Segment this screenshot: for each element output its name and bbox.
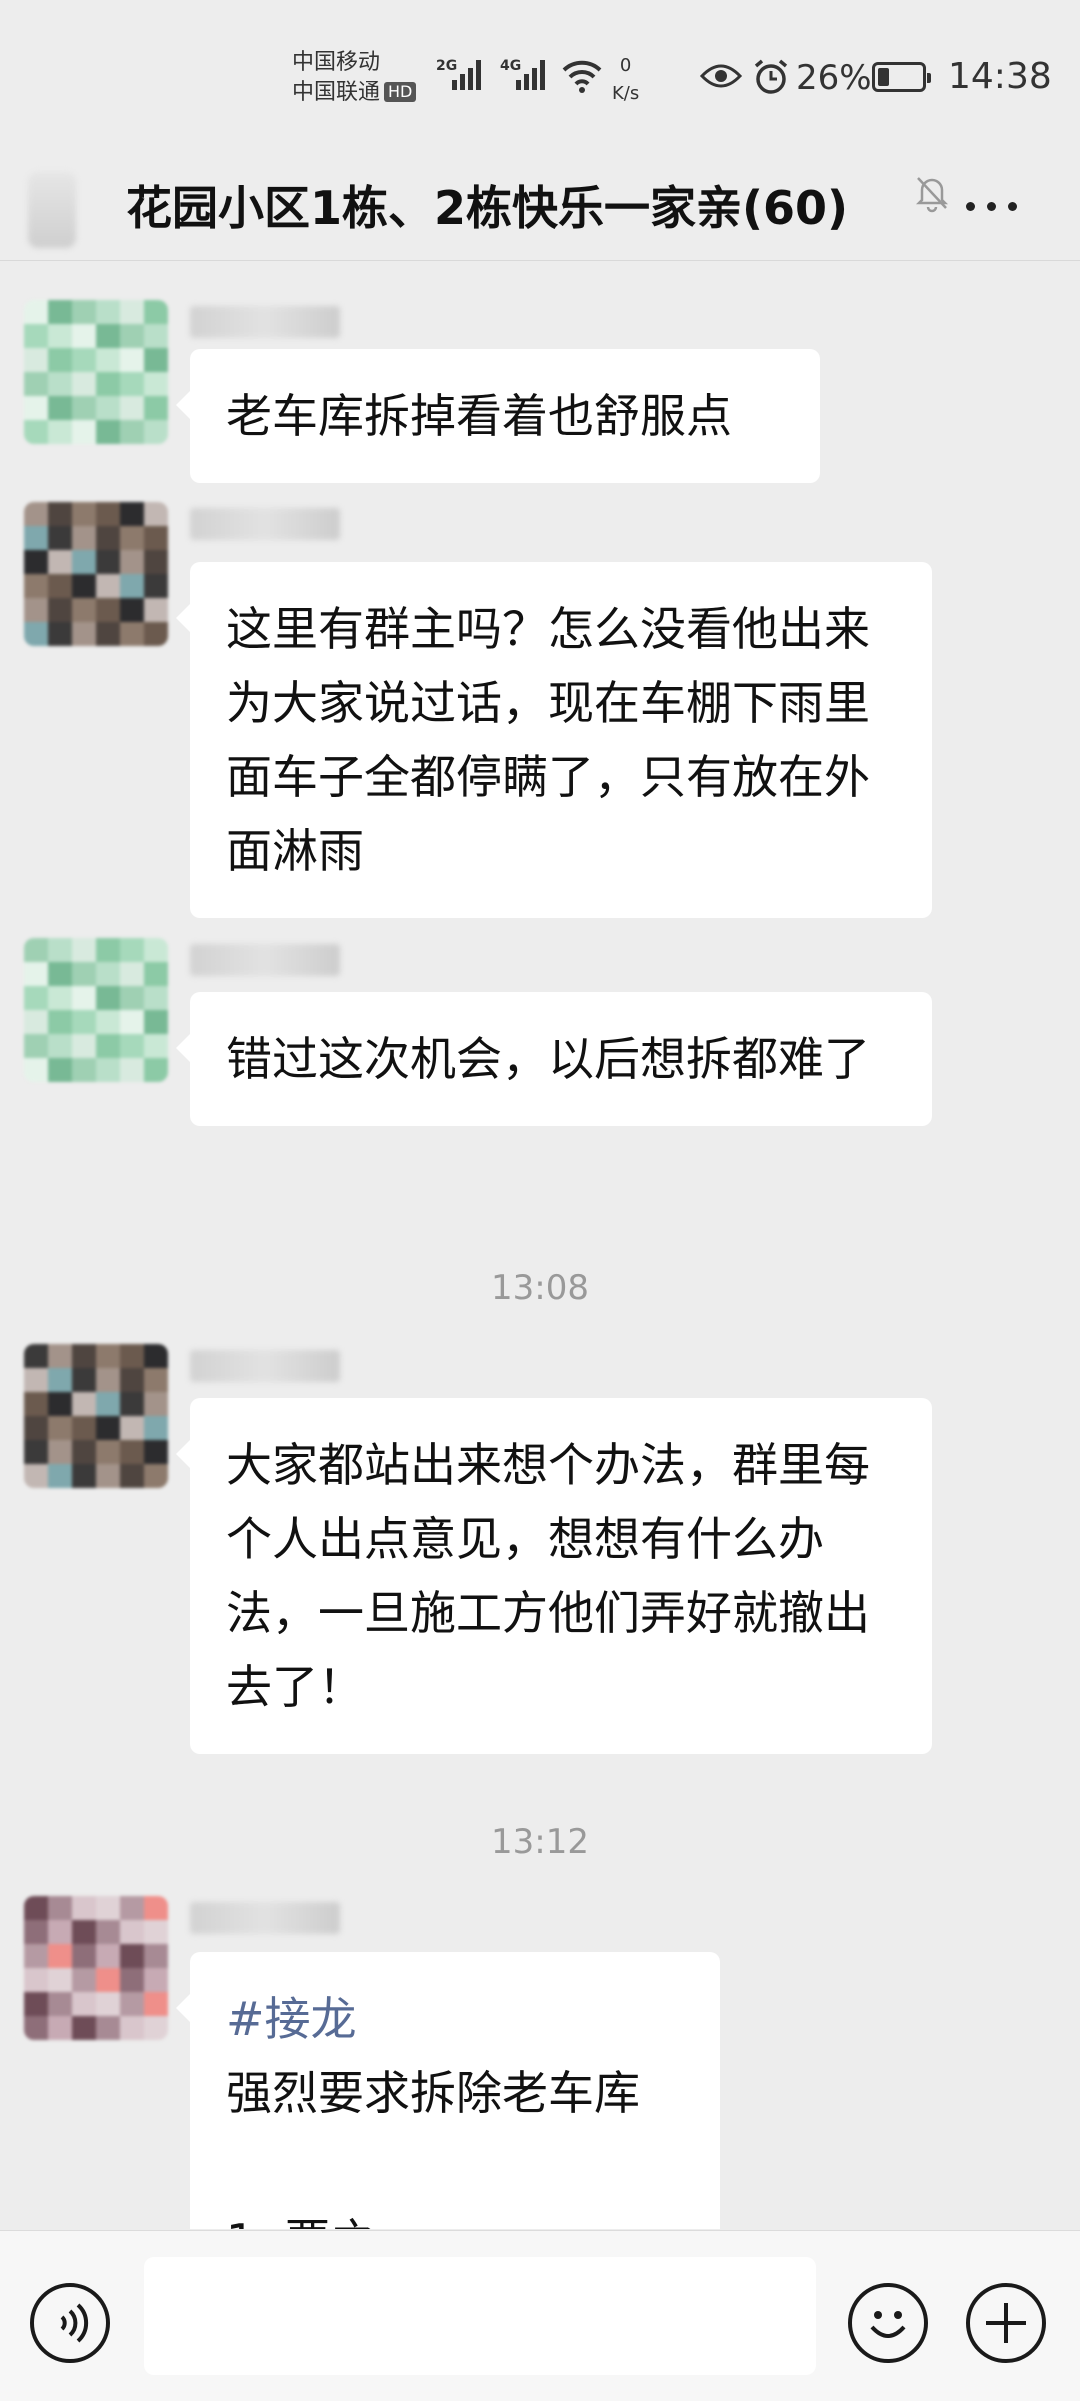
bell-slash-icon bbox=[915, 177, 949, 213]
carrier-info: 中国移动 中国联通 HD bbox=[292, 48, 417, 108]
chat-header: 花园小区1栋、2栋快乐一家亲(60) bbox=[0, 160, 1080, 261]
sender-name bbox=[190, 306, 340, 338]
message-list[interactable]: 老车库拆掉看着也舒服点这里有群主吗？怎么没看他出来为大家说过话，现在车棚下雨里面… bbox=[0, 261, 1080, 2229]
emoji-button[interactable] bbox=[848, 2283, 928, 2363]
eye-icon bbox=[700, 64, 742, 88]
clock: 14:38 bbox=[948, 56, 1052, 97]
net-speed: 0 K/s bbox=[612, 52, 639, 108]
message-bubble[interactable]: #接龙强烈要求拆除老车库 1. 要之 bbox=[176, 1952, 720, 2229]
timestamp: 13:12 bbox=[491, 1822, 589, 1862]
battery-fill bbox=[878, 68, 889, 86]
sender-name bbox=[190, 1902, 340, 1934]
battery-percent: 26% bbox=[796, 58, 872, 98]
signal-4g-label: 4G bbox=[500, 58, 522, 74]
back-button[interactable] bbox=[28, 172, 76, 248]
message-text: 老车库拆掉看着也舒服点 bbox=[226, 389, 732, 443]
message-text-continued: 1. 要之 bbox=[226, 2204, 684, 2229]
carrier-1: 中国移动 bbox=[292, 50, 381, 75]
message-bubble[interactable]: 老车库拆掉看着也舒服点 bbox=[176, 349, 820, 483]
message-bubble[interactable]: 这里有群主吗？怎么没看他出来为大家说过话，现在车棚下雨里面车子全都停瞒了，只有放… bbox=[176, 562, 932, 918]
chat-title[interactable]: 花园小区1栋、2栋快乐一家亲(60) bbox=[126, 170, 848, 246]
message-bubble[interactable]: 错过这次机会，以后想拆都难了 bbox=[176, 992, 932, 1126]
status-bar: 中国移动 中国联通 HD 2G 4G 0 K/s 26% 14:38 bbox=[0, 0, 1080, 160]
input-bar bbox=[0, 2230, 1080, 2401]
message-text: 大家都站出来想个办法，群里每个人出点意见，想想有什么办法，一旦施工方他们弄好就撤… bbox=[226, 1438, 870, 1714]
wifi-icon bbox=[562, 60, 602, 93]
net-speed-unit: K/s bbox=[612, 83, 640, 104]
net-speed-value: 0 bbox=[619, 55, 632, 76]
signal-2g-label: 2G bbox=[436, 58, 458, 74]
avatar[interactable] bbox=[24, 502, 168, 646]
avatar[interactable] bbox=[24, 300, 168, 444]
emoji-icon bbox=[870, 2311, 906, 2338]
timestamp: 13:08 bbox=[491, 1268, 589, 1308]
sender-name bbox=[190, 1350, 340, 1382]
alarm-icon bbox=[754, 59, 788, 94]
avatar[interactable] bbox=[24, 1896, 168, 2040]
message-input[interactable] bbox=[144, 2257, 816, 2375]
sender-name bbox=[190, 508, 340, 540]
avatar[interactable] bbox=[24, 1344, 168, 1488]
message-bubble[interactable]: 大家都站出来想个办法，群里每个人出点意见，想想有什么办法，一旦施工方他们弄好就撤… bbox=[176, 1398, 932, 1754]
hashtag-link[interactable]: #接龙 bbox=[226, 1982, 684, 2056]
message-text: 强烈要求拆除老车库 bbox=[226, 2066, 640, 2120]
hd-badge: HD bbox=[384, 82, 417, 102]
plus-button[interactable] bbox=[966, 2283, 1046, 2363]
sender-name bbox=[190, 944, 340, 976]
voice-icon bbox=[60, 2303, 89, 2343]
avatar[interactable] bbox=[24, 938, 168, 1082]
carrier-2: 中国联通 bbox=[292, 80, 381, 105]
battery-icon bbox=[872, 62, 931, 92]
more-dots-icon[interactable] bbox=[966, 196, 1029, 215]
message-text: 这里有群主吗？怎么没看他出来为大家说过话，现在车棚下雨里面车子全都停瞒了，只有放… bbox=[226, 602, 870, 878]
plus-icon bbox=[986, 2303, 1026, 2343]
voice-button[interactable] bbox=[30, 2283, 110, 2363]
message-text: 错过这次机会，以后想拆都难了 bbox=[226, 1032, 870, 1086]
